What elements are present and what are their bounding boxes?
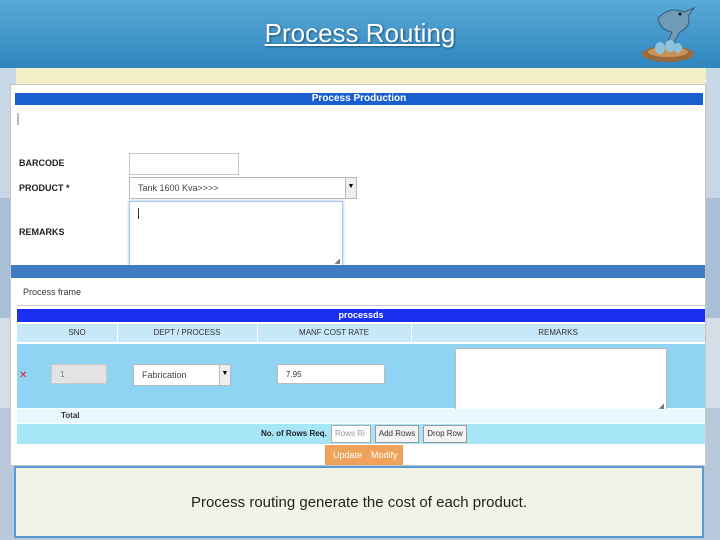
slide-title: Process Routing: [264, 18, 456, 48]
resize-handle-icon[interactable]: ◢: [335, 257, 340, 265]
product-select[interactable]: Tank 1600 Kva>>>> ▼: [129, 177, 357, 199]
grid-footer: No. of Rows Req. Rows Ri Add Rows Drop R…: [17, 424, 705, 444]
table-row: ✕ 1 Fabrication ▼ 7.95 ◢: [17, 344, 705, 412]
column-header-sno: SNO: [37, 324, 118, 342]
column-header-cost: MANF COST RATE: [257, 324, 412, 342]
add-rows-button[interactable]: Add Rows: [375, 425, 419, 443]
row-remarks-textarea[interactable]: ◢: [455, 348, 667, 412]
slide-header: Process Routing: [0, 0, 720, 68]
bird-nest-logo: [642, 6, 696, 62]
rows-required-input[interactable]: Rows Ri: [331, 425, 371, 443]
column-header-remarks: REMARKS: [538, 328, 578, 337]
barcode-label: BARCODE: [19, 158, 65, 168]
process-frame-label: Process frame: [23, 287, 82, 297]
dept-process-value: Fabrication: [142, 370, 187, 380]
section-divider-strip: [11, 265, 705, 278]
grid-total-row: Total: [17, 409, 705, 423]
product-label: PRODUCT *: [19, 183, 70, 193]
drop-row-button[interactable]: Drop Row: [423, 425, 467, 443]
frame-divider: [17, 305, 705, 306]
column-header-dept: DEPT / PROCESS: [117, 324, 258, 342]
caption-box: Process routing generate the cost of eac…: [14, 466, 704, 538]
text-cursor: [138, 208, 139, 219]
product-select-value: Tank 1600 Kva>>>>: [138, 183, 219, 193]
process-production-screenshot: Process Production BARCODE PRODUCT * Tan…: [10, 84, 706, 466]
barcode-input[interactable]: [129, 153, 239, 175]
dept-process-select[interactable]: Fabrication ▼: [133, 364, 231, 386]
update-button[interactable]: Update: [333, 445, 362, 465]
delete-row-icon[interactable]: ✕: [19, 370, 27, 381]
divider-mark: [17, 113, 19, 125]
remarks-textarea[interactable]: ◢: [129, 201, 343, 267]
action-bar: Update Modify: [325, 445, 403, 465]
grid-header-row: SNO DEPT / PROCESS MANF COST RATE REMARK…: [17, 324, 705, 342]
remarks-label: REMARKS: [19, 227, 65, 237]
caption-text: Process routing generate the cost of eac…: [190, 494, 528, 511]
manf-cost-rate-input[interactable]: 7.95: [277, 364, 385, 384]
dropdown-arrow-icon[interactable]: ▼: [345, 178, 356, 198]
modify-button[interactable]: Modify: [371, 445, 398, 465]
process-production-header: Process Production: [15, 93, 703, 105]
sno-field: 1: [51, 364, 107, 384]
processds-header: processds: [17, 309, 705, 322]
total-label: Total: [61, 411, 80, 420]
dropdown-arrow-icon[interactable]: ▼: [219, 365, 230, 385]
accent-bar: [16, 68, 706, 84]
rows-required-label: No. of Rows Req.: [261, 429, 327, 438]
